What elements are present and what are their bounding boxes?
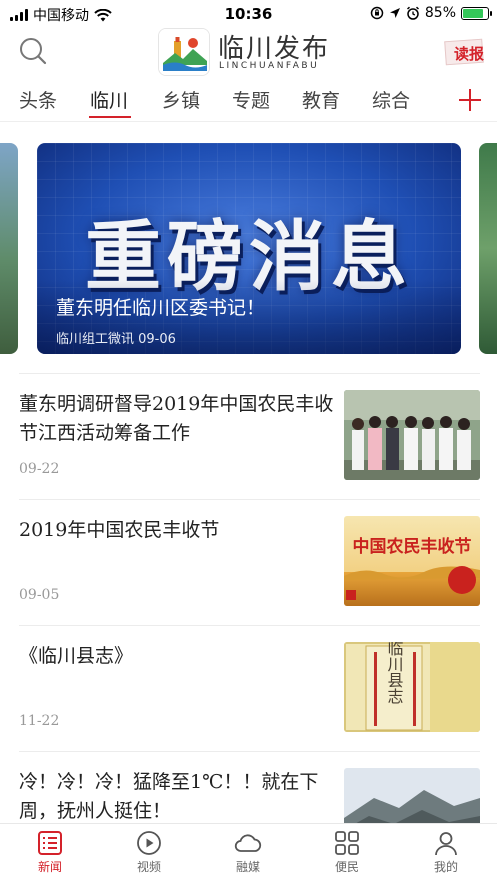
tab-toutiao[interactable]: 头条 — [19, 86, 57, 113]
news-date: 09-05 — [19, 587, 60, 603]
news-title: 2019年中国农民丰收节 — [19, 519, 220, 541]
cloud-icon — [234, 834, 262, 852]
news-title: 董东明调研督导2019年中国农民丰收节江西活动筹备工作 — [19, 393, 334, 444]
app-subtitle: LINCHUANFABU — [219, 61, 320, 71]
search-icon[interactable] — [18, 36, 48, 66]
tab-linchuan[interactable]: 临川 — [90, 86, 128, 113]
nav-media[interactable]: 融媒 — [218, 830, 278, 875]
nav-label: 视频 — [136, 860, 161, 874]
active-tab-indicator — [89, 116, 131, 118]
news-item[interactable]: 《临川县志》 11-22 临川县志 — [19, 625, 480, 751]
news-item[interactable]: 2019年中国农民丰收节 09-05 中国农民丰收节 — [19, 499, 480, 625]
nav-label: 便民 — [334, 860, 359, 874]
news-thumbnail — [344, 390, 480, 480]
grid-icon — [335, 831, 359, 855]
app-title: 临川发布 — [218, 34, 331, 64]
status-right: 85% — [370, 5, 492, 21]
status-bar: 中国移动 10:36 85% — [0, 0, 497, 28]
news-date: 11-22 — [19, 713, 60, 729]
nav-label: 新闻 — [37, 860, 62, 874]
tab-zhuanti[interactable]: 专题 — [232, 86, 270, 113]
play-icon — [137, 831, 161, 855]
thumb-cover-text: 临川县志 — [385, 642, 404, 704]
news-title: 冷！冷！冷！猛降至1℃！！就在下周，抚州人挺住！ — [19, 771, 319, 822]
news-thumbnail: 中国农民丰收节 — [344, 516, 480, 606]
read-paper-button[interactable]: 读报 — [441, 38, 487, 66]
rotation-lock-icon — [370, 6, 384, 20]
banner-meta: 临川组工微讯 09-06 — [56, 332, 176, 347]
news-title: 《临川县志》 — [19, 645, 134, 667]
channel-tabs: 头条 临川 乡镇 专题 教育 综合 — [0, 80, 497, 122]
nav-video[interactable]: 视频 — [119, 830, 179, 875]
battery-icon — [461, 6, 492, 20]
carousel-prev-slide[interactable] — [0, 143, 18, 354]
news-item[interactable]: 董东明调研督导2019年中国农民丰收节江西活动筹备工作 09-22 — [19, 373, 480, 499]
tab-jiaoyu[interactable]: 教育 — [302, 86, 340, 113]
news-date: 09-22 — [19, 461, 60, 477]
tab-xiangzhen[interactable]: 乡镇 — [162, 86, 200, 113]
battery-percent: 85% — [424, 5, 456, 21]
nav-label: 融媒 — [235, 860, 260, 874]
battery-fill — [463, 8, 484, 18]
nav-services[interactable]: 便民 — [317, 830, 377, 875]
bottom-nav: 新闻 视频 融媒 便民 我的 — [0, 823, 497, 883]
nav-news[interactable]: 新闻 — [20, 830, 80, 875]
alarm-icon — [406, 6, 419, 20]
app-header: 临川发布 LINCHUANFABU 读报 — [0, 28, 497, 78]
banner-title: 董东明任临川区委书记！ — [56, 297, 266, 319]
thumb-poster-text: 中国农民丰收节 — [353, 536, 472, 557]
read-paper-label: 读报 — [454, 45, 485, 63]
news-thumbnail: 临川县志 — [344, 642, 480, 732]
nav-profile[interactable]: 我的 — [416, 830, 476, 875]
nav-label: 我的 — [433, 860, 458, 874]
tab-zonghe[interactable]: 综合 — [372, 86, 410, 113]
location-icon — [389, 8, 400, 18]
carousel-banner[interactable]: 重磅消息 董东明任临川区委书记！ 临川组工微讯 09-06 — [37, 143, 461, 354]
news-list-icon — [38, 831, 62, 855]
user-icon — [435, 832, 457, 856]
add-channel-icon[interactable] — [458, 88, 482, 112]
logo-icon — [159, 29, 209, 75]
app-logo — [158, 28, 210, 76]
carousel-next-slide[interactable] — [479, 143, 497, 354]
